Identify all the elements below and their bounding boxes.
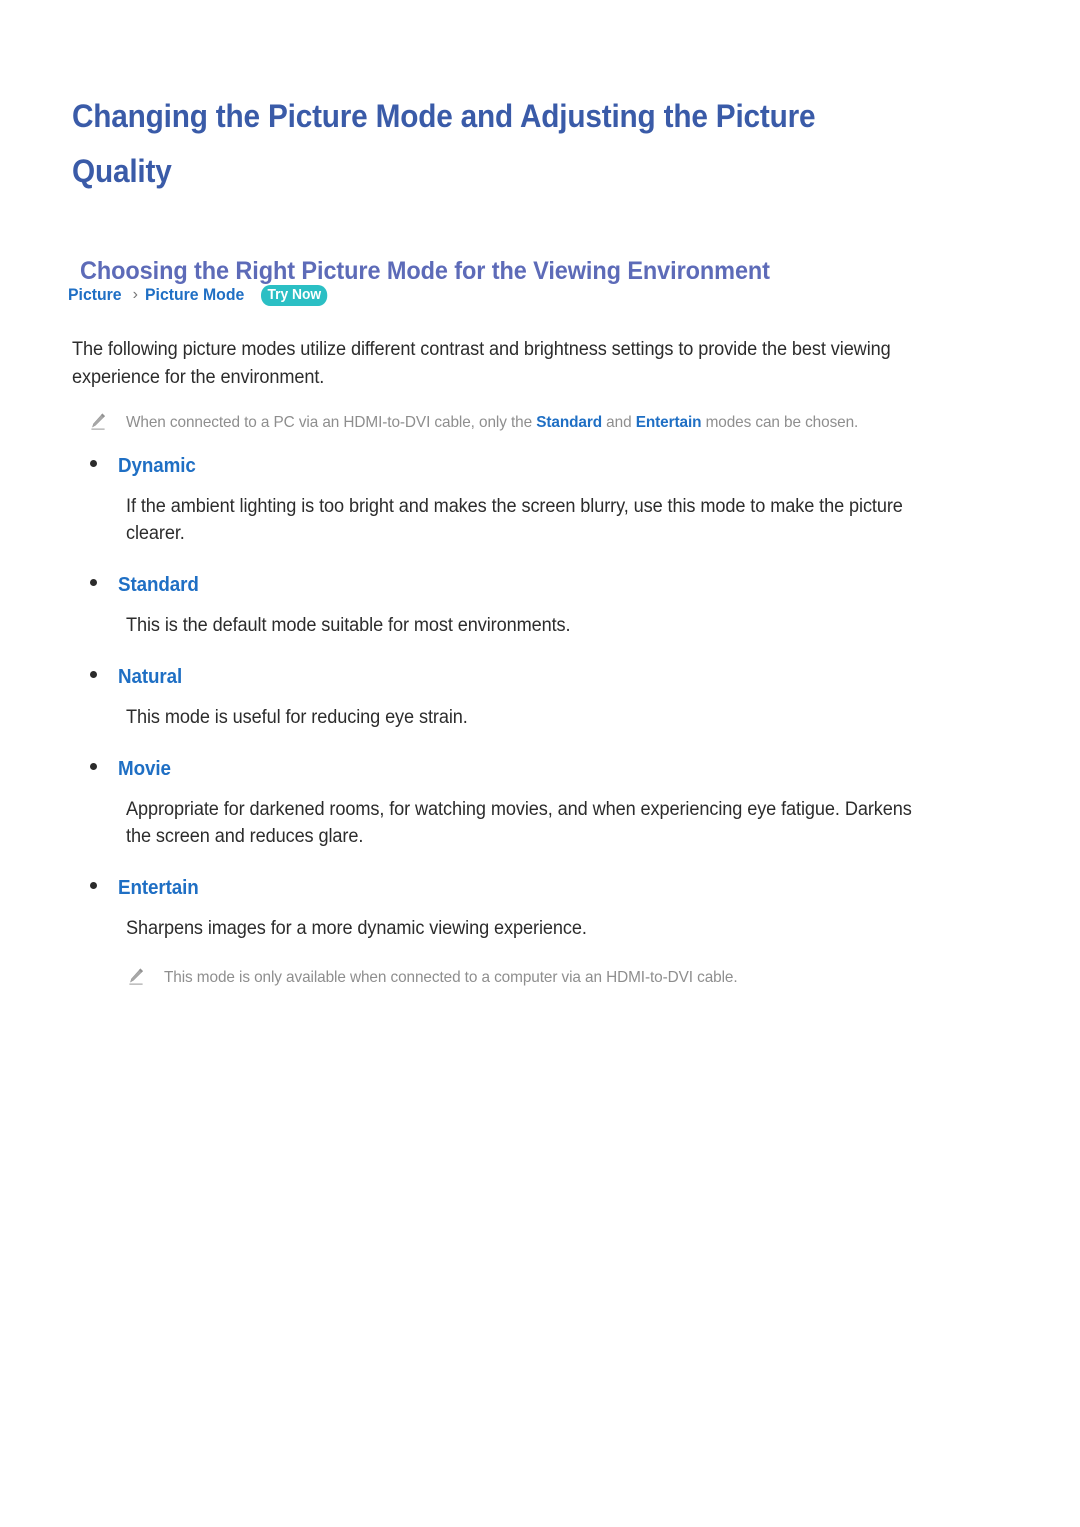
mode-heading-movie: Movie <box>90 755 1032 783</box>
list-item: Movie Appropriate for darkened rooms, fo… <box>72 755 1032 850</box>
note-text-bottom: This mode is only available when connect… <box>164 969 738 986</box>
mode-label: Entertain <box>118 877 199 899</box>
note-top-before: When connected to a PC via an HDMI-to-DV… <box>126 414 537 431</box>
mode-heading-entertain: Entertain <box>90 874 1032 902</box>
mode-label: Movie <box>118 758 171 780</box>
list-item: Entertain Sharpens images for a more dyn… <box>72 874 1032 942</box>
mode-heading-natural: Natural <box>90 663 1032 691</box>
try-now-badge[interactable]: Try Now <box>260 284 328 306</box>
mode-heading-standard: Standard <box>90 571 1032 599</box>
section-heading: Choosing the Right Picture Mode for the … <box>80 256 770 285</box>
mode-description: This is the default mode suitable for mo… <box>126 615 571 636</box>
mode-description: This mode is useful for reducing eye str… <box>126 707 468 728</box>
intro-paragraph: The following picture modes utilize diff… <box>72 339 891 388</box>
list-item: Natural This mode is useful for reducing… <box>72 663 1032 731</box>
picture-mode-list: Dynamic If the ambient lighting is too b… <box>72 452 1032 942</box>
mode-description: If the ambient lighting is too bright an… <box>126 496 903 544</box>
list-item: Dynamic If the ambient lighting is too b… <box>72 452 1032 547</box>
note-top-after: modes can be chosen. <box>701 414 859 431</box>
breadcrumb-item-picture-mode[interactable]: Picture Mode <box>145 284 244 306</box>
bullet-icon <box>90 460 97 467</box>
pencil-icon <box>126 967 146 987</box>
note-text-top: When connected to a PC via an HDMI-to-DV… <box>126 411 996 434</box>
note-row-top: When connected to a PC via an HDMI-to-DV… <box>72 411 1032 434</box>
note-row-bottom: This mode is only available when connect… <box>110 966 1032 989</box>
bullet-icon <box>90 882 97 889</box>
breadcrumb-item-picture[interactable]: Picture <box>68 284 122 306</box>
bullet-icon <box>90 579 97 586</box>
mode-label: Natural <box>118 666 183 688</box>
pencil-icon <box>88 412 108 432</box>
content-body: The following picture modes utilize diff… <box>72 317 1032 989</box>
document-page: Changing the Picture Mode and Adjusting … <box>0 0 1080 1527</box>
bullet-icon <box>90 671 97 678</box>
mode-label: Standard <box>118 574 199 596</box>
chevron-right-icon: › <box>132 286 138 303</box>
mode-label: Dynamic <box>118 455 196 477</box>
bullet-icon <box>90 763 97 770</box>
note-top-middle: and <box>602 414 636 431</box>
mode-heading-dynamic: Dynamic <box>90 452 1032 480</box>
page-title: Changing the Picture Mode and Adjusting … <box>72 98 816 190</box>
note-top-highlight-standard: Standard <box>536 414 603 431</box>
mode-description: Appropriate for darkened rooms, for watc… <box>126 799 912 847</box>
mode-description: Sharpens images for a more dynamic viewi… <box>126 918 587 939</box>
list-item: Standard This is the default mode suitab… <box>72 571 1032 639</box>
breadcrumb: Picture › Picture Mode Try Now <box>68 284 333 306</box>
note-top-highlight-entertain: Entertain <box>635 414 702 431</box>
